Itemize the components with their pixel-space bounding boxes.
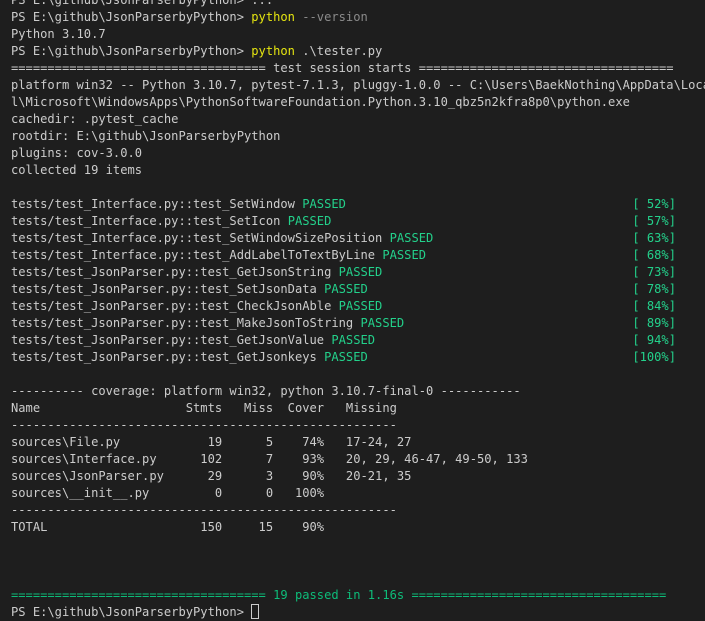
- session-header: =================================== test…: [11, 61, 674, 75]
- test-name: tests/test_Interface.py::test_SetWindowS…: [11, 231, 383, 245]
- test-progress: [100%]: [632, 350, 676, 364]
- cachedir-line: cachedir: .pytest_cache: [11, 112, 179, 126]
- test-name: tests/test_JsonParser.py::test_MakeJsonT…: [11, 316, 354, 330]
- coverage-row: sources\File.py 19 5 74% 17-24, 27: [11, 435, 412, 449]
- test-status: PASSED: [324, 350, 368, 364]
- platform-line: platform win32 -- Python 3.10.7, pytest-…: [11, 78, 705, 92]
- summary-line: =================================== 19 p…: [11, 588, 667, 602]
- command-args: .\tester.py: [294, 44, 383, 58]
- test-progress: [ 73%]: [632, 265, 676, 279]
- test-name: tests/test_JsonParser.py::test_GetJsonke…: [11, 350, 317, 364]
- test-progress: [ 78%]: [632, 282, 676, 296]
- prompt-text: PS E:\github\JsonParserbyPython>: [11, 605, 252, 619]
- test-row: tests/test_Interface.py::test_AddLabelTo…: [11, 247, 705, 264]
- test-progress: [ 89%]: [632, 316, 676, 330]
- test-status: PASSED: [389, 231, 434, 245]
- test-row: tests/test_JsonParser.py::test_MakeJsonT…: [11, 315, 705, 332]
- final-prompt-line[interactable]: PS E:\github\JsonParserbyPython>: [11, 604, 705, 621]
- test-progress: [ 84%]: [632, 299, 676, 313]
- test-status: PASSED: [287, 214, 332, 228]
- test-row: tests/test_Interface.py::test_SetWindowS…: [11, 230, 705, 247]
- version-output: Python 3.10.7: [11, 27, 106, 41]
- coverage-columns: Name Stmts Miss Cover Missing: [11, 401, 397, 415]
- test-status: PASSED: [338, 299, 383, 313]
- test-status: PASSED: [338, 265, 383, 279]
- command-args: --version: [294, 10, 368, 24]
- test-row: tests/test_JsonParser.py::test_SetJsonDa…: [11, 281, 705, 298]
- command-name: python: [251, 44, 295, 58]
- test-row: tests/test_JsonParser.py::test_CheckJson…: [11, 298, 705, 315]
- test-progress: [ 68%]: [632, 248, 676, 262]
- test-row: tests/test_JsonParser.py::test_GetJsonVa…: [11, 332, 705, 349]
- test-progress: [ 94%]: [632, 333, 676, 347]
- test-name: tests/test_JsonParser.py::test_GetJsonVa…: [11, 333, 325, 347]
- test-status: PASSED: [360, 316, 405, 330]
- prompt-text: PS E:\github\JsonParserbyPython>: [11, 10, 252, 24]
- text-cursor[interactable]: [251, 604, 260, 619]
- test-row: tests/test_JsonParser.py::test_GetJsonSt…: [11, 264, 705, 281]
- test-name: tests/test_Interface.py::test_SetWindow: [11, 197, 295, 211]
- command-line-version: PS E:\github\JsonParserbyPython> python …: [11, 9, 705, 26]
- command-name: python: [251, 10, 295, 24]
- test-name: tests/test_Interface.py::test_SetIcon: [11, 214, 281, 228]
- coverage-separator: ----------------------------------------…: [11, 503, 397, 517]
- coverage-total: TOTAL 150 15 90%: [11, 520, 325, 534]
- test-row: tests/test_Interface.py::test_SetWindow …: [11, 196, 705, 213]
- collected-line: collected 19 items: [11, 163, 143, 177]
- prompt-text: PS E:\github\JsonParserbyPython>: [11, 44, 252, 58]
- test-progress: [ 57%]: [632, 214, 676, 228]
- test-name: tests/test_JsonParser.py::test_CheckJson…: [11, 299, 332, 313]
- coverage-row: sources\__init__.py 0 0 100%: [11, 486, 325, 500]
- test-row: tests/test_Interface.py::test_SetIcon PA…: [11, 213, 705, 230]
- test-row: tests/test_JsonParser.py::test_GetJsonke…: [11, 349, 705, 366]
- terminal-window[interactable]: PS E:\github\JsonParserbyPython> ... PS …: [0, 0, 705, 619]
- test-status: PASSED: [382, 248, 427, 262]
- test-status: PASSED: [324, 282, 368, 296]
- test-name: tests/test_JsonParser.py::test_SetJsonDa…: [11, 282, 317, 296]
- plugins-line: plugins: cov-3.0.0: [11, 146, 143, 160]
- command-line-tester: PS E:\github\JsonParserbyPython> python …: [11, 43, 705, 60]
- test-status: PASSED: [331, 333, 376, 347]
- coverage-row: sources\Interface.py 102 7 93% 20, 29, 4…: [11, 452, 528, 466]
- coverage-separator: ----------------------------------------…: [11, 418, 397, 432]
- test-progress: [ 63%]: [632, 231, 676, 245]
- test-status: PASSED: [302, 197, 346, 211]
- coverage-header: ---------- coverage: platform win32, pyt…: [11, 384, 521, 398]
- platform-line-cont: l\Microsoft\WindowsApps\PythonSoftwareFo…: [11, 95, 630, 109]
- coverage-row: sources\JsonParser.py 29 3 90% 20-21, 35: [11, 469, 412, 483]
- test-progress: [ 52%]: [632, 197, 676, 211]
- rootdir-line: rootdir: E:\github\JsonParserbyPython: [11, 129, 281, 143]
- test-name: tests/test_JsonParser.py::test_GetJsonSt…: [11, 265, 332, 279]
- test-name: tests/test_Interface.py::test_AddLabelTo…: [11, 248, 376, 262]
- test-results: tests/test_Interface.py::test_SetWindow …: [11, 196, 705, 366]
- partial-prompt-line: PS E:\github\JsonParserbyPython> ...: [11, 0, 274, 7]
